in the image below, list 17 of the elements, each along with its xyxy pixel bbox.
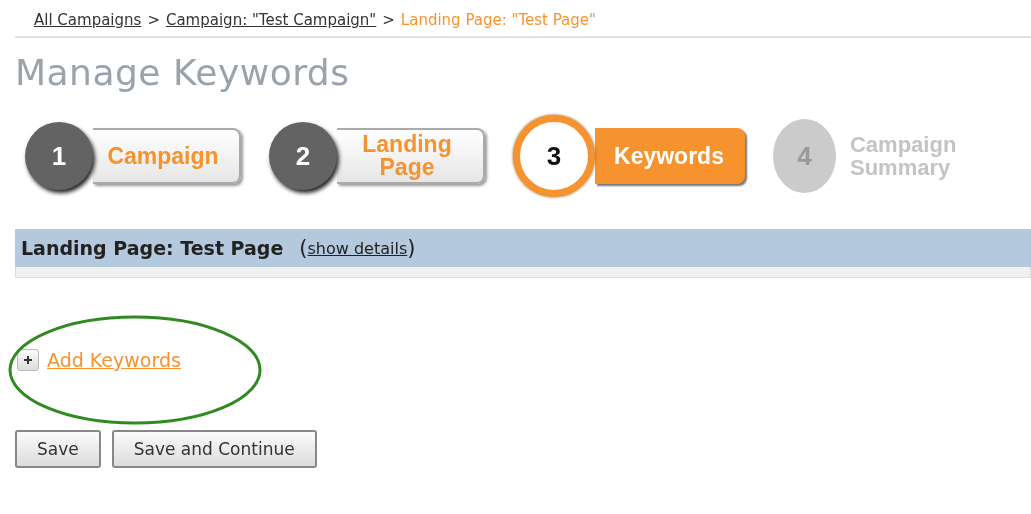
section-title: Landing Page: Test Page (21, 237, 284, 259)
step-number[interactable]: 1 (25, 122, 93, 190)
page-title: Manage Keywords (15, 52, 351, 93)
breadcrumb-current: Landing Page: "Test Page" (400, 11, 596, 29)
action-button[interactable]: Save (15, 430, 101, 468)
parenthesis: ( (299, 236, 308, 260)
action-button[interactable]: Save and Continue (111, 430, 317, 468)
show-details-link[interactable]: show details (307, 238, 408, 258)
breadcrumb-separator: > (382, 11, 395, 29)
breadcrumb-separator: > (147, 11, 160, 29)
breadcrumb-link[interactable]: Campaign: "Test Campaign" (165, 11, 377, 29)
parenthesis: ) (407, 236, 416, 260)
plus-icon (24, 356, 32, 364)
step-number[interactable]: 3 (513, 115, 595, 197)
expand-button[interactable] (17, 349, 39, 371)
step-number[interactable]: 2 (269, 122, 337, 190)
breadcrumb-link[interactable]: All Campaigns (34, 11, 142, 29)
